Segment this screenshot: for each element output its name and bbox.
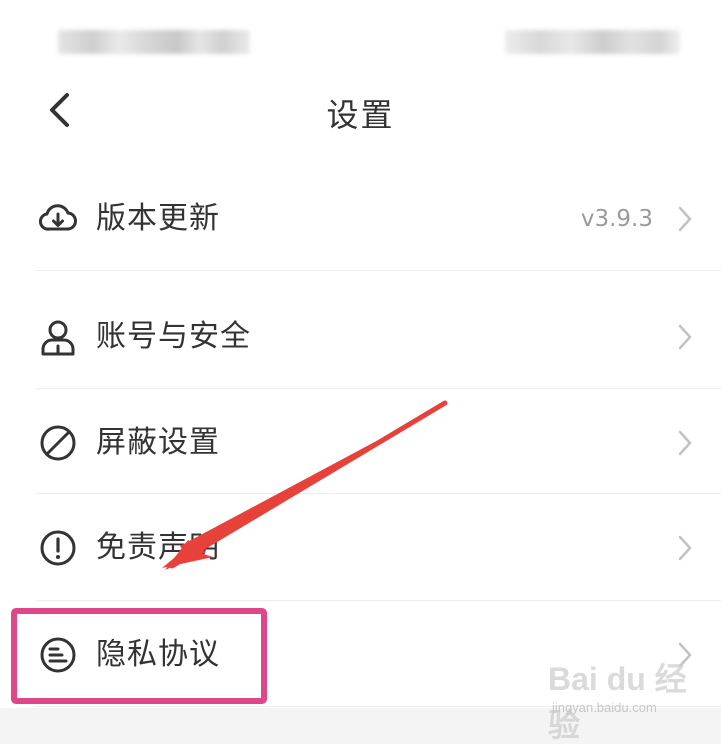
divider [36, 388, 721, 389]
settings-item-privacy-policy[interactable]: 隐私协议 [0, 620, 721, 690]
settings-item-block-settings[interactable]: 屏蔽设置 [0, 408, 721, 478]
page-title: 设置 [326, 96, 395, 134]
divider [36, 493, 721, 494]
settings-item-account-security[interactable]: 账号与安全 [0, 302, 721, 372]
document-circle-icon [38, 635, 78, 675]
chevron-right-icon [672, 642, 698, 668]
divider [36, 270, 721, 271]
version-value: v3.9.3 [580, 206, 653, 232]
settings-item-label: 账号与安全 [96, 319, 251, 354]
chevron-right-icon [672, 206, 698, 232]
status-bar-left-blurred [58, 30, 250, 54]
block-icon [38, 423, 78, 463]
status-bar-right-blurred [505, 30, 680, 54]
status-bar [0, 0, 721, 80]
alert-circle-icon [38, 528, 78, 568]
divider [36, 706, 721, 707]
divider [36, 600, 721, 601]
settings-item-label: 屏蔽设置 [96, 425, 220, 460]
chevron-right-icon [672, 535, 698, 561]
chevron-right-icon [672, 324, 698, 350]
settings-item-label: 隐私协议 [96, 637, 220, 672]
header: 设置 [0, 76, 721, 142]
cloud-download-icon [38, 199, 78, 239]
settings-item-label: 免责声明 [96, 530, 220, 565]
bottom-area [0, 708, 721, 744]
user-icon [38, 317, 78, 357]
settings-item-disclaimer[interactable]: 免责声明 [0, 513, 721, 583]
settings-item-version-update[interactable]: 版本更新 v3.9.3 [0, 184, 721, 254]
chevron-right-icon [672, 430, 698, 456]
settings-item-label: 版本更新 [96, 201, 220, 236]
